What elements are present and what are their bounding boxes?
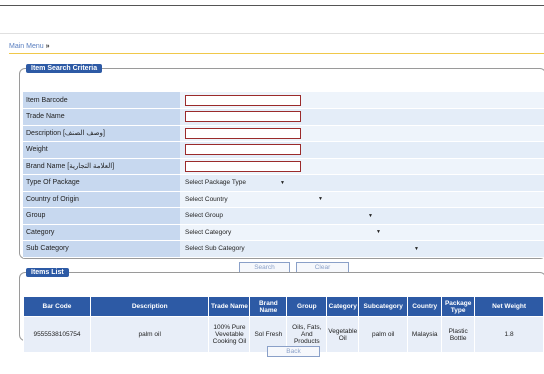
breadcrumb-main-menu-link[interactable]: Main Menu: [9, 43, 44, 50]
package-type-select-value: Select Package Type: [185, 179, 246, 187]
breadcrumb-separator: »: [45, 43, 50, 50]
country-select[interactable]: Select Country ▼: [185, 194, 323, 205]
item-search-criteria-panel: Item Search Criteria Item Barcode Trade …: [19, 64, 544, 259]
description-input[interactable]: [185, 127, 301, 139]
cell-net-weight: 1.8: [474, 316, 544, 353]
group-label: Group: [23, 207, 180, 225]
weight-label: Weight: [23, 141, 180, 159]
items-table: Bar Code Description Trade Name Brand Na…: [23, 296, 544, 353]
field-row-weight: Weight: [23, 141, 544, 159]
search-criteria-table: Item Barcode Trade Name Description [وصف…: [23, 92, 544, 258]
sub-category-label: Sub Category: [23, 240, 180, 258]
cell-bar-code: 9555538105754: [23, 316, 91, 353]
column-header-group: Group: [286, 296, 328, 317]
field-row-group: Group Select Group ▼: [23, 207, 544, 225]
field-row-package-type: Type Of Package Select Package Type ▼: [23, 174, 544, 192]
cell-trade-name: 100% Pure Vevetable Cooking Oil: [208, 316, 251, 353]
group-select[interactable]: Select Group ▼: [185, 210, 373, 221]
trade-name-input[interactable]: [185, 111, 301, 123]
category-select[interactable]: Select Category ▼: [185, 227, 381, 238]
column-header-bar-code: Bar Code: [23, 296, 91, 317]
column-header-brand-name: Brand Name: [249, 296, 288, 317]
column-header-trade-name: Trade Name: [208, 296, 251, 317]
field-row-trade-name: Trade Name: [23, 108, 544, 126]
top-border: [0, 5, 544, 6]
column-header-package-type: Package Type: [441, 296, 476, 317]
country-of-origin-label: Country of Origin: [23, 191, 180, 208]
chevron-down-icon: ▼: [318, 196, 323, 203]
field-row-brand-name: Brand Name [العلامة التجارية]: [23, 158, 544, 175]
country-select-value: Select Country: [185, 195, 228, 203]
column-header-net-weight: Net Weight: [474, 296, 544, 317]
cell-subcategory: palm oil: [358, 316, 409, 353]
header-divider: [0, 33, 544, 34]
cell-description: palm oil: [89, 316, 210, 353]
back-button[interactable]: Back: [267, 346, 320, 357]
breadcrumb-rule: [9, 53, 544, 54]
cell-country: Malaysia: [407, 316, 443, 353]
column-header-country: Country: [407, 296, 443, 317]
sub-category-select-value: Select Sub Category: [185, 245, 245, 253]
category-select-value: Select Category: [185, 228, 232, 236]
breadcrumb: Main Menu »: [9, 43, 50, 50]
weight-input[interactable]: [185, 144, 301, 156]
package-type-select[interactable]: Select Package Type ▼: [185, 177, 285, 188]
field-row-sub-category: Sub Category Select Sub Category ▼: [23, 240, 544, 258]
field-row-country: Country of Origin Select Country ▼: [23, 191, 544, 208]
chevron-down-icon: ▼: [280, 179, 285, 186]
trade-name-label: Trade Name: [23, 108, 180, 126]
chevron-down-icon: ▼: [414, 245, 419, 252]
item-barcode-label: Item Barcode: [23, 92, 180, 109]
category-label: Category: [23, 224, 180, 241]
field-row-description: Description [وصف الصنف]: [23, 125, 544, 142]
field-row-category: Category Select Category ▼: [23, 224, 544, 241]
item-barcode-input[interactable]: [185, 94, 301, 106]
items-list-legend: Items List: [26, 268, 69, 277]
column-header-subcategory: Subcategory: [358, 296, 409, 317]
cell-package-type: Plastic Bottle: [441, 316, 476, 353]
type-of-package-label: Type Of Package: [23, 174, 180, 192]
brand-name-input[interactable]: [185, 160, 301, 172]
field-row-item-barcode: Item Barcode: [23, 92, 544, 109]
column-header-description: Description: [89, 296, 210, 317]
column-header-category: Category: [326, 296, 360, 317]
item-search-criteria-legend: Item Search Criteria: [26, 64, 103, 73]
group-select-value: Select Group: [185, 212, 223, 220]
chevron-down-icon: ▼: [376, 229, 381, 236]
cell-category: Vegetable Oil: [326, 316, 360, 353]
items-list-panel: Items List Bar Code Description Trade Na…: [19, 268, 544, 353]
sub-category-select[interactable]: Select Sub Category ▼: [185, 243, 419, 254]
chevron-down-icon: ▼: [368, 212, 373, 219]
items-table-header-row: Bar Code Description Trade Name Brand Na…: [23, 296, 544, 317]
description-label: Description [وصف الصنف]: [23, 125, 180, 142]
brand-name-label: Brand Name [العلامة التجارية]: [23, 158, 180, 175]
